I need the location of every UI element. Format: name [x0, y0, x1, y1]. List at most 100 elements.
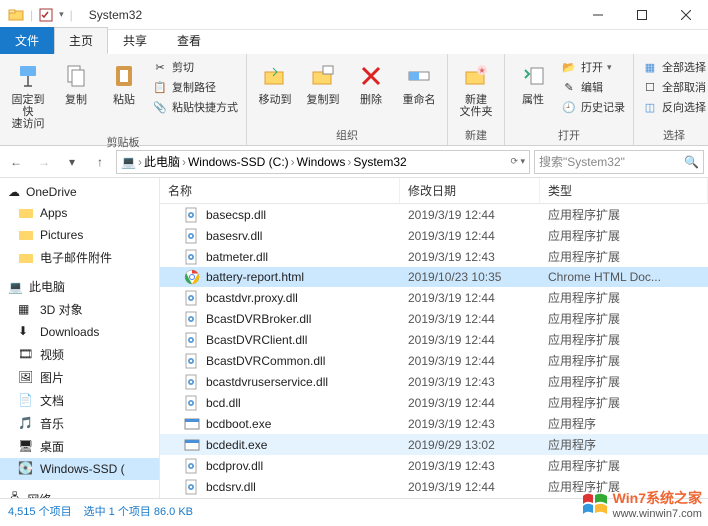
copypath-button[interactable]: 📋复制路径: [150, 78, 240, 96]
col-date[interactable]: 修改日期: [400, 178, 540, 203]
qat-check-icon[interactable]: [39, 8, 53, 22]
file-list[interactable]: basecsp.dll2019/3/19 12:44应用程序扩展basesrv.…: [160, 204, 708, 498]
file-name: bcd.dll: [206, 396, 241, 410]
file-name: bcdsrv.dll: [206, 480, 256, 494]
paste-shortcut-button[interactable]: 📎粘贴快捷方式: [150, 98, 240, 116]
properties-button[interactable]: 属性: [511, 58, 555, 108]
nav-onedrive[interactable]: ☁OneDrive: [0, 182, 159, 202]
file-row[interactable]: bcastdvruserservice.dll2019/3/19 12:43应用…: [160, 371, 708, 392]
tab-file[interactable]: 文件: [0, 27, 54, 54]
file-type: 应用程序: [540, 436, 708, 453]
edit-button[interactable]: ✎编辑: [559, 78, 627, 96]
up-button[interactable]: ↑: [88, 150, 112, 174]
file-name: BcastDVRBroker.dll: [206, 312, 311, 326]
bc-pc[interactable]: 此电脑: [144, 153, 180, 170]
back-button[interactable]: ←: [4, 150, 28, 174]
ribbon: 固定到快 速访问 复制 粘贴 ✂剪切 📋复制路径 📎粘贴快捷方式 剪贴板 移动到: [0, 54, 708, 146]
copy-button[interactable]: 复制: [54, 58, 98, 108]
scissors-icon: ✂: [152, 59, 168, 75]
breadcrumb[interactable]: 💻 › 此电脑› Windows-SSD (C:)› Windows› Syst…: [116, 150, 530, 174]
col-name[interactable]: 名称: [160, 178, 400, 203]
copyto-button[interactable]: 复制到: [301, 58, 345, 108]
watermark: Win7系统之家 www.winwin7.com: [581, 488, 702, 520]
tab-view[interactable]: 查看: [162, 27, 216, 54]
nav-3d[interactable]: ▦3D 对象: [0, 298, 159, 321]
history-icon: 🕘: [561, 99, 577, 115]
file-row[interactable]: basesrv.dll2019/3/19 12:44应用程序扩展: [160, 225, 708, 246]
nav-ssd[interactable]: 💽Windows-SSD (: [0, 458, 159, 480]
selectnone-button[interactable]: ☐全部取消: [640, 78, 708, 96]
music-icon: 🎵: [18, 416, 34, 432]
invertsel-button[interactable]: ◫反向选择: [640, 98, 708, 116]
file-type: 应用程序扩展: [540, 248, 708, 265]
file-icon: [184, 458, 200, 474]
file-row[interactable]: BcastDVRBroker.dll2019/3/19 12:44应用程序扩展: [160, 308, 708, 329]
file-row[interactable]: battery-report.html2019/10/23 10:35Chrom…: [160, 267, 708, 287]
moveto-button[interactable]: 移动到: [253, 58, 297, 108]
history-button[interactable]: 🕘历史记录: [559, 98, 627, 116]
forward-button[interactable]: →: [32, 150, 56, 174]
file-pane: 名称 修改日期 类型 basecsp.dll2019/3/19 12:44应用程…: [160, 178, 708, 498]
file-row[interactable]: bcd.dll2019/3/19 12:44应用程序扩展: [160, 392, 708, 413]
file-row[interactable]: bcdprov.dll2019/3/19 12:43应用程序扩展: [160, 455, 708, 476]
recent-button[interactable]: ▾: [60, 150, 84, 174]
search-input[interactable]: 搜索"System32" 🔍: [534, 150, 704, 174]
doc-icon: 📄: [18, 393, 34, 409]
bc-dropdown-icon[interactable]: ⟳ ▾: [510, 156, 525, 167]
title-bar: | ▾ | System32: [0, 0, 708, 30]
nav-videos[interactable]: 🎞视频: [0, 343, 159, 366]
col-type[interactable]: 类型: [540, 178, 708, 203]
file-row[interactable]: basecsp.dll2019/3/19 12:44应用程序扩展: [160, 204, 708, 225]
file-type: 应用程序扩展: [540, 373, 708, 390]
maximize-button[interactable]: [620, 0, 664, 30]
file-row[interactable]: bcdedit.exe2019/9/29 13:02应用程序: [160, 434, 708, 455]
status-count: 4,515 个项目: [8, 503, 72, 519]
video-icon: 🎞: [18, 347, 34, 363]
minimize-button[interactable]: [576, 0, 620, 30]
file-date: 2019/3/19 12:44: [400, 229, 540, 243]
nav-desktop[interactable]: 🖥桌面: [0, 435, 159, 458]
qat-down-icon[interactable]: ▾: [59, 9, 64, 20]
nav-docs[interactable]: 📄文档: [0, 389, 159, 412]
file-row[interactable]: BcastDVRClient.dll2019/3/19 12:44应用程序扩展: [160, 329, 708, 350]
file-row[interactable]: batmeter.dll2019/3/19 12:43应用程序扩展: [160, 246, 708, 267]
rename-button[interactable]: 重命名: [397, 58, 441, 108]
file-date: 2019/10/23 10:35: [400, 270, 540, 284]
file-type: 应用程序扩展: [540, 394, 708, 411]
selectall-button[interactable]: ▦全部选择: [640, 58, 708, 76]
delete-button[interactable]: 删除: [349, 58, 393, 108]
selectnone-icon: ☐: [642, 79, 658, 95]
file-date: 2019/3/19 12:44: [400, 480, 540, 494]
file-row[interactable]: BcastDVRCommon.dll2019/3/19 12:44应用程序扩展: [160, 350, 708, 371]
nav-network[interactable]: 🖧网络: [0, 486, 159, 498]
file-name: basecsp.dll: [206, 208, 266, 222]
address-bar: ← → ▾ ↑ 💻 › 此电脑› Windows-SSD (C:)› Windo…: [0, 146, 708, 178]
nav-images[interactable]: 🖼图片: [0, 366, 159, 389]
close-button[interactable]: [664, 0, 708, 30]
column-headers[interactable]: 名称 修改日期 类型: [160, 178, 708, 204]
file-date: 2019/3/19 12:44: [400, 333, 540, 347]
file-row[interactable]: bcastdvr.proxy.dll2019/3/19 12:44应用程序扩展: [160, 287, 708, 308]
open-button[interactable]: 📂打开▾: [559, 58, 627, 76]
bc-drive[interactable]: Windows-SSD (C:): [188, 155, 289, 169]
paste-button[interactable]: 粘贴: [102, 58, 146, 108]
cut-button[interactable]: ✂剪切: [150, 58, 240, 76]
file-name: bcdedit.exe: [206, 438, 267, 452]
nav-downloads[interactable]: ⬇Downloads: [0, 321, 159, 343]
nav-music[interactable]: 🎵音乐: [0, 412, 159, 435]
bc-system32[interactable]: System32: [353, 155, 406, 169]
folder-icon: [18, 205, 34, 221]
nav-apps[interactable]: Apps: [0, 202, 159, 224]
bc-windows[interactable]: Windows: [297, 155, 346, 169]
pin-button[interactable]: 固定到快 速访问: [6, 58, 50, 132]
nav-attach[interactable]: 电子邮件附件: [0, 246, 159, 269]
newfolder-button[interactable]: ★ 新建 文件夹: [454, 58, 498, 120]
tab-home[interactable]: 主页: [54, 27, 108, 54]
open-icon: 📂: [561, 59, 577, 75]
file-type: Chrome HTML Doc...: [540, 270, 708, 284]
file-row[interactable]: bcdboot.exe2019/3/19 12:43应用程序: [160, 413, 708, 434]
tab-share[interactable]: 共享: [108, 27, 162, 54]
nav-thispc[interactable]: 💻此电脑: [0, 275, 159, 298]
file-name: bcdprov.dll: [206, 459, 263, 473]
nav-pictures[interactable]: Pictures: [0, 224, 159, 246]
